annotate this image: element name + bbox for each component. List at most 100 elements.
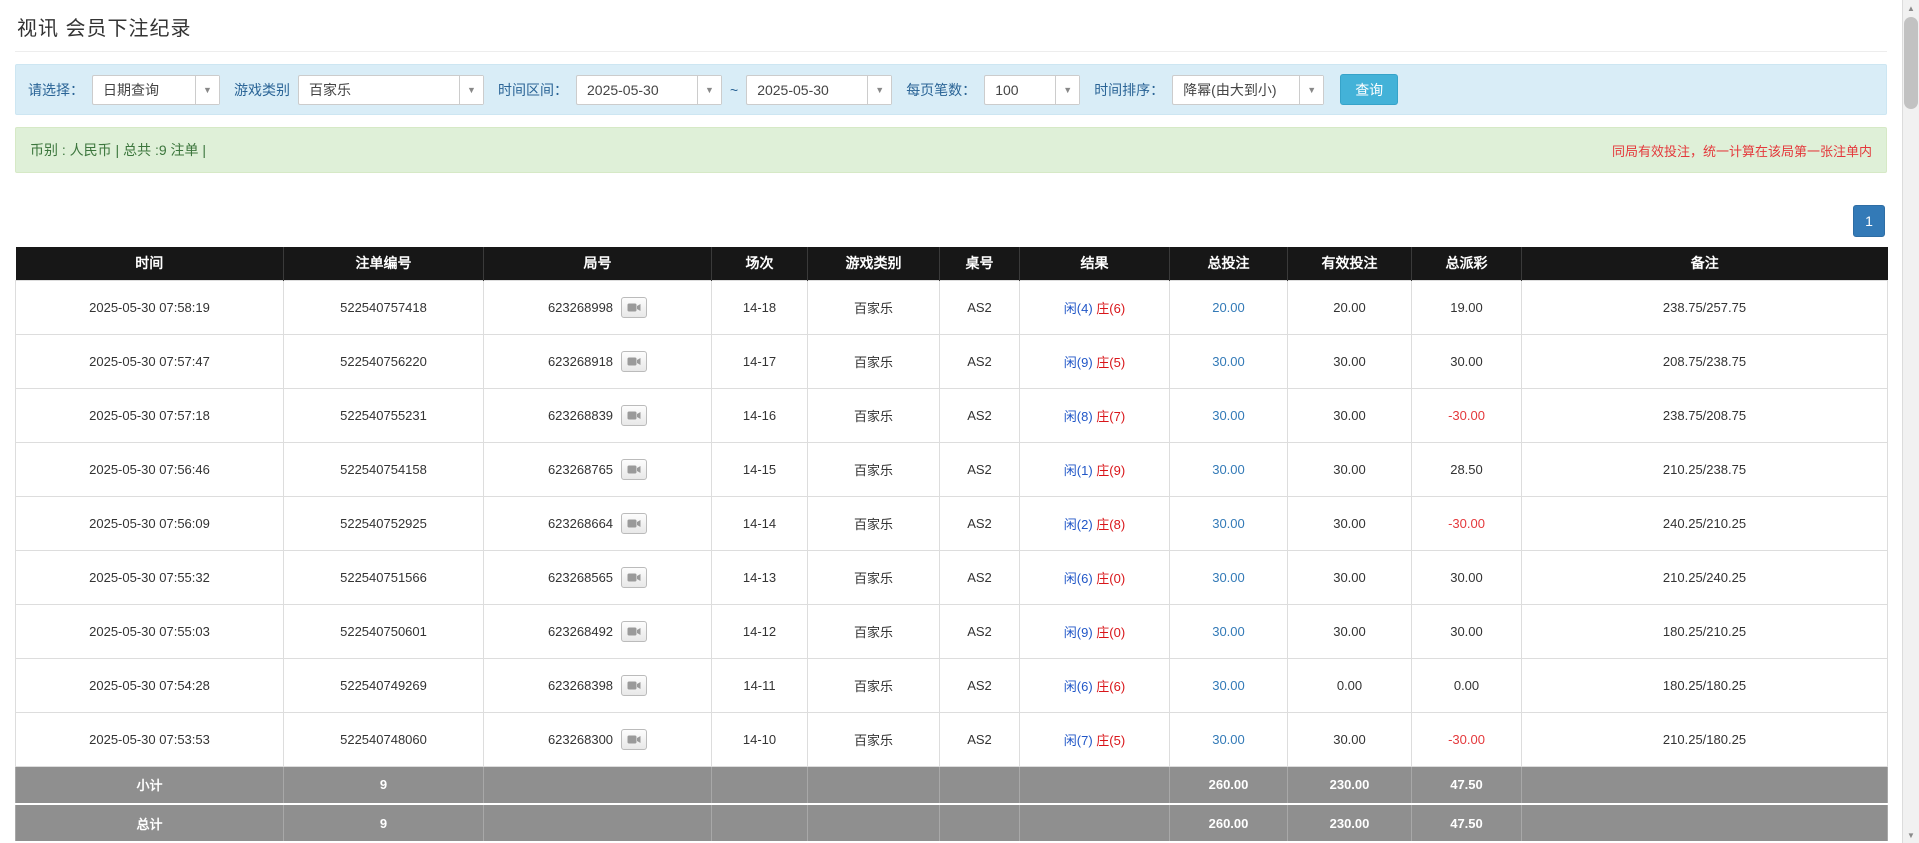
- cell-time: 2025-05-30 07:56:09: [16, 496, 284, 550]
- video-replay-button[interactable]: [621, 513, 647, 534]
- cell-session: 14-14: [712, 496, 808, 550]
- cell-game-type: 百家乐: [808, 388, 940, 442]
- cell-bet-id: 522540756220: [284, 334, 484, 388]
- round-number-wrap: 623268565: [548, 567, 647, 588]
- cell-valid-bet: 30.00: [1288, 712, 1412, 766]
- cell-table-no: AS2: [940, 442, 1020, 496]
- cell-total-bet: 30.00: [1170, 442, 1288, 496]
- cell-remark: 210.25/238.75: [1522, 442, 1888, 496]
- cell-game-type: 百家乐: [808, 658, 940, 712]
- table-row: 2025-05-30 07:54:28522540749269623268398…: [16, 658, 1888, 712]
- video-replay-button[interactable]: [621, 297, 647, 318]
- select-type-label: 请选择：: [28, 80, 84, 100]
- date-to-value: 2025-05-30: [747, 76, 867, 104]
- pagination: 1: [15, 205, 1887, 237]
- result-player: 闲(4): [1064, 301, 1093, 316]
- video-replay-button[interactable]: [621, 459, 647, 480]
- total-bet-link[interactable]: 30.00: [1212, 570, 1245, 585]
- video-replay-button[interactable]: [621, 675, 647, 696]
- cell-bet-id: 522540748060: [284, 712, 484, 766]
- video-replay-button[interactable]: [621, 729, 647, 750]
- table-footer-row: 总计9260.00230.0047.50: [16, 804, 1888, 842]
- result-banker: 庄(6): [1093, 301, 1126, 316]
- cell-result: 闲(2) 庄(8): [1020, 496, 1170, 550]
- footer-valid-bet: 230.00: [1288, 766, 1412, 804]
- cell-total-bet: 30.00: [1170, 388, 1288, 442]
- time-range-label: 时间区间：: [498, 80, 568, 100]
- chevron-down-icon[interactable]: ▼: [1055, 76, 1079, 104]
- cell-time: 2025-05-30 07:56:46: [16, 442, 284, 496]
- result-player: 闲(6): [1064, 571, 1093, 586]
- cell-table-no: AS2: [940, 280, 1020, 334]
- game-type-label: 游戏类别: [234, 80, 290, 100]
- date-to-picker[interactable]: 2025-05-30 ▼: [746, 75, 892, 105]
- column-header-4: 游戏类别: [808, 247, 940, 280]
- chevron-down-icon[interactable]: ▼: [1299, 76, 1323, 104]
- cell-valid-bet: 30.00: [1288, 550, 1412, 604]
- total-bet-link[interactable]: 30.00: [1212, 354, 1245, 369]
- cell-table-no: AS2: [940, 658, 1020, 712]
- cell-table-no: AS2: [940, 388, 1020, 442]
- total-bet-link[interactable]: 30.00: [1212, 624, 1245, 639]
- time-sort-dropdown[interactable]: 降幂(由大到小) ▼: [1172, 75, 1324, 105]
- cell-table-no: AS2: [940, 550, 1020, 604]
- result-banker: 庄(8): [1093, 517, 1126, 532]
- cell-remark: 238.75/257.75: [1522, 280, 1888, 334]
- cell-remark: 180.25/180.25: [1522, 658, 1888, 712]
- page-1-button[interactable]: 1: [1853, 205, 1885, 237]
- footer-total-bet: 260.00: [1170, 804, 1288, 842]
- cell-result: 闲(8) 庄(7): [1020, 388, 1170, 442]
- time-sort-label: 时间排序：: [1094, 80, 1164, 100]
- cell-game-type: 百家乐: [808, 604, 940, 658]
- total-bet-link[interactable]: 30.00: [1212, 408, 1245, 423]
- result-player: 闲(7): [1064, 733, 1093, 748]
- footer-empty-game: [808, 766, 940, 804]
- cell-total-bet: 30.00: [1170, 712, 1288, 766]
- cell-round: 623268998: [484, 280, 712, 334]
- footer-empty-result: [1020, 804, 1170, 842]
- cell-time: 2025-05-30 07:57:47: [16, 334, 284, 388]
- select-type-dropdown[interactable]: 日期查询 ▼: [92, 75, 220, 105]
- game-type-dropdown[interactable]: 百家乐 ▼: [298, 75, 484, 105]
- footer-empty-game: [808, 804, 940, 842]
- cell-total-bet: 20.00: [1170, 280, 1288, 334]
- cell-bet-id: 522540752925: [284, 496, 484, 550]
- round-number-wrap: 623268998: [548, 297, 647, 318]
- chevron-down-icon[interactable]: ▼: [697, 76, 721, 104]
- total-bet-link[interactable]: 30.00: [1212, 516, 1245, 531]
- search-button[interactable]: 查询: [1340, 74, 1398, 105]
- chevron-down-icon[interactable]: ▼: [459, 76, 483, 104]
- total-bet-link[interactable]: 30.00: [1212, 678, 1245, 693]
- video-replay-button[interactable]: [621, 567, 647, 588]
- cell-result: 闲(7) 庄(5): [1020, 712, 1170, 766]
- per-page-value: 100: [985, 76, 1055, 104]
- round-number: 623268918: [548, 354, 613, 369]
- cell-round: 623268765: [484, 442, 712, 496]
- total-bet-link[interactable]: 20.00: [1212, 300, 1245, 315]
- scroll-down-icon[interactable]: ▼: [1903, 827, 1919, 843]
- cell-payout: 30.00: [1412, 334, 1522, 388]
- scrollbar-thumb[interactable]: [1904, 17, 1918, 109]
- select-type-value: 日期查询: [93, 76, 195, 104]
- cell-remark: 208.75/238.75: [1522, 334, 1888, 388]
- round-number-wrap: 623268664: [548, 513, 647, 534]
- vertical-scrollbar[interactable]: ▲ ▼: [1902, 0, 1919, 843]
- table-row: 2025-05-30 07:58:19522540757418623268998…: [16, 280, 1888, 334]
- per-page-dropdown[interactable]: 100 ▼: [984, 75, 1080, 105]
- video-replay-button[interactable]: [621, 351, 647, 372]
- result-player: 闲(2): [1064, 517, 1093, 532]
- cell-game-type: 百家乐: [808, 712, 940, 766]
- cell-payout: -30.00: [1412, 712, 1522, 766]
- video-replay-button[interactable]: [621, 405, 647, 426]
- video-replay-button[interactable]: [621, 621, 647, 642]
- chevron-down-icon[interactable]: ▼: [195, 76, 219, 104]
- chevron-down-icon[interactable]: ▼: [867, 76, 891, 104]
- result-banker: 庄(0): [1093, 571, 1126, 586]
- cell-result: 闲(6) 庄(6): [1020, 658, 1170, 712]
- total-bet-link[interactable]: 30.00: [1212, 462, 1245, 477]
- cell-time: 2025-05-30 07:54:28: [16, 658, 284, 712]
- total-bet-link[interactable]: 30.00: [1212, 732, 1245, 747]
- date-from-picker[interactable]: 2025-05-30 ▼: [576, 75, 722, 105]
- footer-payout: 47.50: [1412, 766, 1522, 804]
- scroll-up-icon[interactable]: ▲: [1903, 0, 1919, 16]
